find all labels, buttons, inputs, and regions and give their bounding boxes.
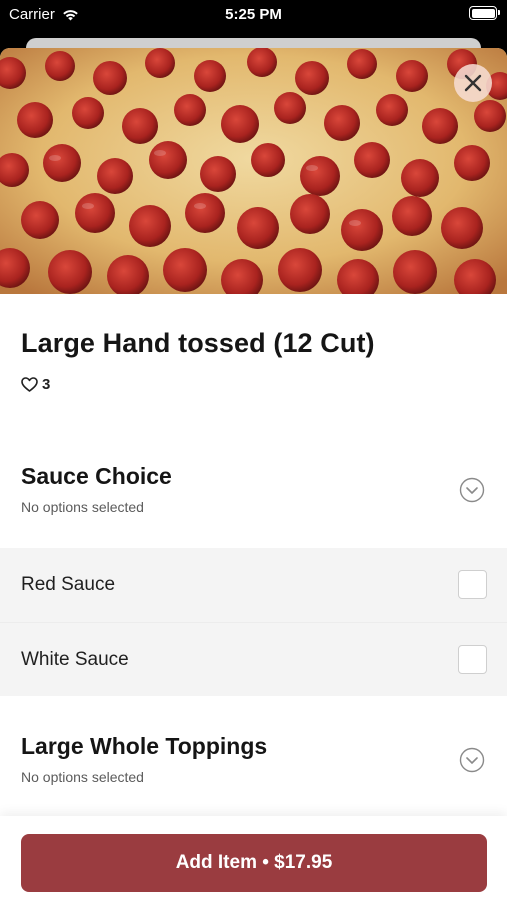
large-whole-toppings-header[interactable]: Large Whole Toppings No options selected bbox=[0, 733, 507, 803]
sauce-choice-header[interactable]: Sauce Choice No options selected bbox=[0, 463, 507, 533]
chevron-down-icon[interactable] bbox=[459, 477, 485, 503]
option-white-sauce[interactable]: White Sauce bbox=[0, 622, 507, 696]
option-red-sauce[interactable]: Red Sauce bbox=[0, 548, 507, 622]
add-item-button[interactable]: Add Item • $17.95 bbox=[21, 834, 487, 892]
checkbox[interactable] bbox=[458, 570, 487, 599]
bottom-action-bar: Add Item • $17.95 bbox=[0, 816, 507, 900]
clock: 5:25 PM bbox=[225, 6, 282, 23]
close-button[interactable] bbox=[454, 64, 492, 102]
group-status: No options selected bbox=[21, 499, 144, 515]
chevron-down-icon[interactable] bbox=[459, 747, 485, 773]
close-icon bbox=[464, 74, 482, 92]
checkbox[interactable] bbox=[458, 645, 487, 674]
group-title: Sauce Choice bbox=[21, 463, 172, 489]
group-title: Large Whole Toppings bbox=[21, 733, 268, 759]
item-title: Large Hand tossed (12 Cut) bbox=[21, 328, 375, 358]
like-count: 3 bbox=[42, 376, 51, 393]
sauce-options-list: Red Sauce White Sauce bbox=[0, 548, 507, 696]
status-bar: Carrier 5:25 PM bbox=[0, 0, 507, 30]
option-label: White Sauce bbox=[21, 649, 129, 670]
pepperoni-pizza-photo bbox=[0, 48, 507, 294]
heart-icon bbox=[21, 377, 38, 392]
item-detail-sheet: Large Hand tossed (12 Cut) 3 Sauce Choic… bbox=[0, 48, 507, 900]
group-status: No options selected bbox=[21, 769, 144, 785]
option-label: Red Sauce bbox=[21, 574, 116, 595]
battery-icon bbox=[469, 6, 500, 20]
like-button[interactable]: 3 bbox=[21, 376, 50, 393]
item-image bbox=[0, 48, 507, 294]
